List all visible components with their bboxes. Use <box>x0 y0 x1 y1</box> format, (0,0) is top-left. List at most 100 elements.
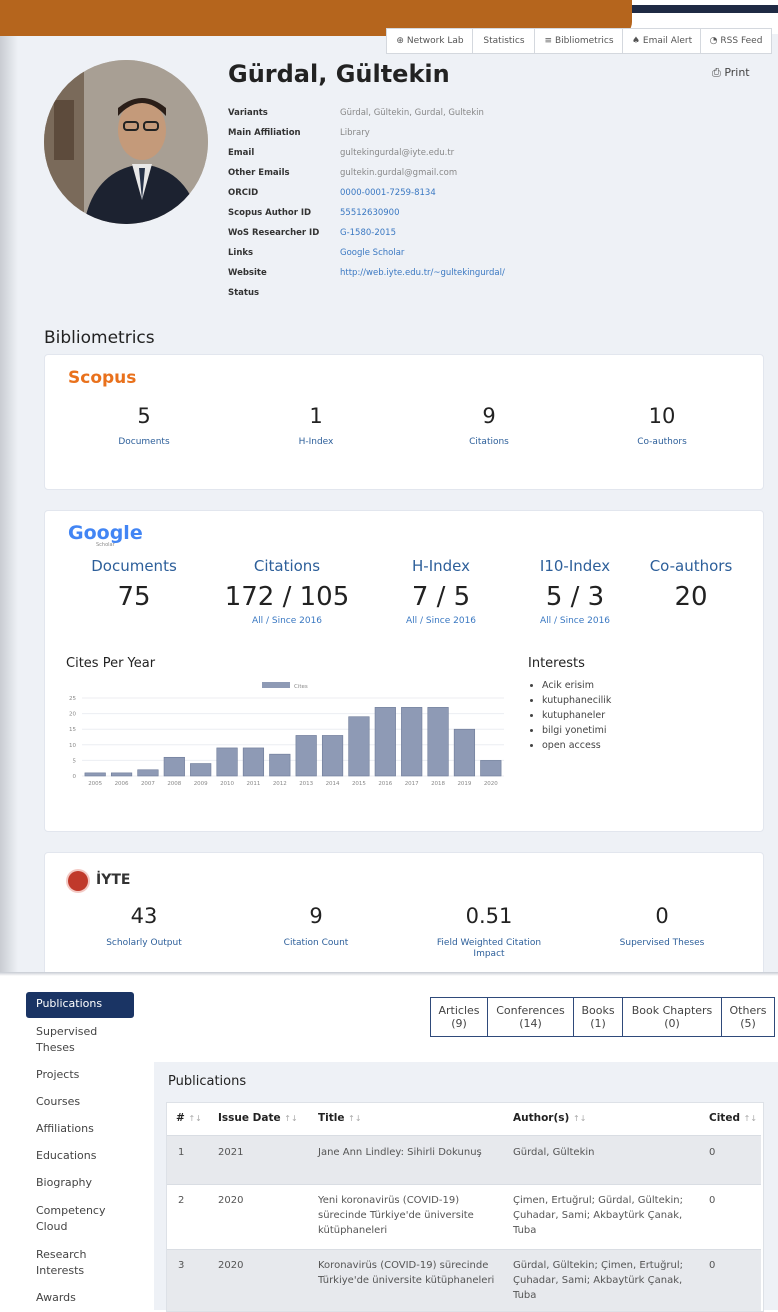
iyte-output-value: 43 <box>130 904 158 928</box>
profile-name: Gürdal, Gültekin <box>228 60 450 88</box>
publications-heading: Publications <box>168 1074 247 1089</box>
field-label: Variants <box>228 108 268 118</box>
row-title-link[interactable]: Jane Ann Lindley: Sihirli Dokunuş <box>318 1145 498 1160</box>
row-authors[interactable]: Gürdal, Gültekin; Çimen, Ertuğrul; Çuhad… <box>513 1258 693 1303</box>
bell-icon: ♠ <box>631 36 640 46</box>
field-label: WoS Researcher ID <box>228 228 320 238</box>
sidebar-item-research-interests[interactable]: Research Interests <box>36 1247 126 1279</box>
statistics-button[interactable]: Statistics <box>472 28 536 54</box>
sidebar-item-educations[interactable]: Educations <box>36 1149 97 1162</box>
row-title-link[interactable]: Yeni koronavirüs (COVID-19) sürecinde Tü… <box>318 1193 498 1238</box>
row-cited: 0 <box>709 1260 716 1271</box>
interest-item: kutuphaneler <box>542 708 611 723</box>
tab-books[interactable]: Books (1) <box>573 997 623 1037</box>
chart-bar[interactable] <box>137 769 159 777</box>
field-label: Status <box>228 288 260 298</box>
email-value[interactable]: gultekingurdal@iyte.edu.tr <box>340 148 454 158</box>
scopus-coauthors-label[interactable]: Co-authors <box>612 437 712 447</box>
chart-bar[interactable] <box>295 735 317 777</box>
google-hindex-value: 7 / 5 <box>411 582 471 612</box>
sidebar-item-courses[interactable]: Courses <box>36 1095 80 1108</box>
chart-bar[interactable] <box>427 707 449 777</box>
chart-bar[interactable] <box>216 747 238 777</box>
chart-bar[interactable] <box>242 747 265 777</box>
chart-y-tick: 25 <box>69 696 76 702</box>
chart-x-tick: 2005 <box>88 781 102 787</box>
col-header-date[interactable]: Issue Date ↑↓ <box>218 1112 298 1124</box>
rss-feed-button[interactable]: ◔ RSS Feed <box>700 28 772 54</box>
iyte-fwci-value: 0.51 <box>465 904 513 928</box>
interest-item: Acik erisim <box>542 678 611 693</box>
scopus-documents-label[interactable]: Documents <box>94 437 194 447</box>
chart-x-tick: 2007 <box>141 781 155 787</box>
chart-bar[interactable] <box>453 728 476 777</box>
other-email-value[interactable]: gultekin.gurdal@gmail.com <box>340 168 457 178</box>
network-lab-button[interactable]: ⊕ Network Lab <box>386 28 474 54</box>
row-authors[interactable]: Gürdal, Gültekin <box>513 1145 693 1160</box>
chart-bar[interactable] <box>269 753 291 777</box>
tab-conferences[interactable]: Conferences (14) <box>487 997 574 1037</box>
scopus-documents-value: 5 <box>137 404 151 428</box>
chart-x-tick: 2010 <box>220 781 234 787</box>
interests-heading: Interests <box>528 656 585 671</box>
google-scholar-link[interactable]: Google Scholar <box>340 248 404 258</box>
field-label: Website <box>228 268 267 278</box>
chart-bar[interactable] <box>401 707 423 777</box>
chart-bar[interactable] <box>163 756 185 777</box>
google-documents-title: Documents <box>91 557 177 575</box>
iyte-output-label: Scholarly Output <box>106 938 182 948</box>
col-header-authors[interactable]: Author(s) ↑↓ <box>513 1112 586 1124</box>
google-i10-value: 5 / 3 <box>545 582 605 612</box>
row-title-link[interactable]: Koronavirüs (COVID-19) sürecinde Türkiye… <box>318 1258 498 1288</box>
chart-icon: ≡ <box>544 36 552 46</box>
chart-x-tick: 2019 <box>457 781 471 787</box>
row-date: 2020 <box>218 1260 244 1271</box>
wos-id-link[interactable]: G-1580-2015 <box>340 228 396 238</box>
chart-bar[interactable] <box>110 772 133 777</box>
chart-x-tick: 2013 <box>299 781 313 787</box>
sidebar-item-competency-cloud[interactable]: Competency Cloud <box>36 1203 126 1235</box>
chart-bar[interactable] <box>480 760 502 777</box>
field-label: Other Emails <box>228 168 290 178</box>
orcid-link[interactable]: 0000-0001-7259-8134 <box>340 188 436 198</box>
website-link[interactable]: http://web.iyte.edu.tr/~gultekingurdal/ <box>340 268 505 278</box>
field-label: Scopus Author ID <box>228 208 312 218</box>
avatar <box>44 60 208 224</box>
row-num: 3 <box>178 1260 185 1271</box>
chart-bar[interactable] <box>84 772 106 777</box>
col-header-cited[interactable]: Cited ↑↓ <box>709 1112 757 1124</box>
scopus-hindex-label[interactable]: H-Index <box>266 437 366 447</box>
sidebar-item-affiliations[interactable]: Affiliations <box>36 1122 94 1135</box>
sidebar-item-projects[interactable]: Projects <box>36 1068 79 1081</box>
chart-bar[interactable] <box>374 707 396 777</box>
google-i10-sub: All / Since 2016 <box>539 616 611 626</box>
print-button[interactable]: ⎙ Print <box>712 66 750 80</box>
row-num: 2 <box>178 1195 185 1206</box>
bibliometrics-heading: Bibliometrics <box>44 328 155 348</box>
google-citations-title: Citations <box>253 557 321 575</box>
row-authors[interactable]: Çimen, Ertuğrul; Gürdal, Gültekin; Çuhad… <box>513 1193 693 1238</box>
avatar-photo <box>44 60 208 224</box>
email-alert-button[interactable]: ♠ Email Alert <box>622 28 702 54</box>
field-value: Library <box>340 128 370 138</box>
field-label: Main Affiliation <box>228 128 301 138</box>
sidebar-item-awards[interactable]: Awards <box>36 1291 76 1304</box>
chart-bar[interactable] <box>348 716 370 777</box>
col-header-num[interactable]: # ↑↓ <box>176 1112 202 1124</box>
tab-book-chapters[interactable]: Book Chapters (0) <box>622 997 722 1037</box>
bibliometrics-button[interactable]: ≡ Bibliometrics <box>534 28 624 54</box>
sidebar-item-supervised-theses[interactable]: Supervised Theses <box>36 1024 126 1056</box>
iyte-theses-value: 0 <box>655 904 669 928</box>
sidebar-item-publications[interactable]: Publications <box>26 992 134 1018</box>
chart-bar[interactable] <box>321 735 344 777</box>
iyte-seal-icon <box>68 871 88 891</box>
scopus-citations-label[interactable]: Citations <box>439 437 539 447</box>
col-header-title[interactable]: Title ↑↓ <box>318 1112 362 1124</box>
row-date: 2020 <box>218 1195 244 1206</box>
tab-others[interactable]: Others (5) <box>721 997 775 1037</box>
chart-bar[interactable] <box>190 763 212 777</box>
row-cited: 0 <box>709 1147 716 1158</box>
tab-articles[interactable]: Articles (9) <box>430 997 488 1037</box>
sidebar-item-biography[interactable]: Biography <box>36 1176 92 1189</box>
scopus-id-link[interactable]: 55512630900 <box>340 208 400 218</box>
